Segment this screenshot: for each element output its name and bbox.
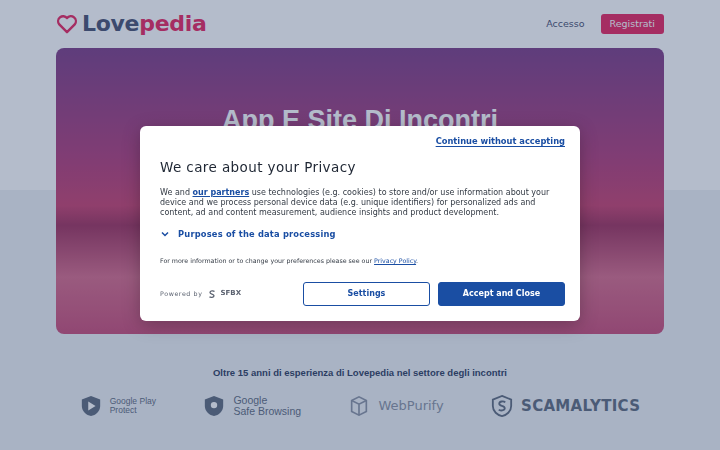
skip-row: Continue without accepting	[160, 135, 565, 147]
accept-button[interactable]: Accept and Close	[438, 282, 565, 306]
sfbx-brand: SFBX	[221, 288, 242, 299]
privacy-title: We care about your Privacy	[160, 159, 565, 175]
powered-by-label: Powered by	[160, 289, 203, 298]
dialog-buttons: Settings Accept and Close	[303, 282, 565, 306]
privacy-dialog: Continue without accepting We care about …	[140, 126, 580, 321]
sfbx-logo-icon	[207, 289, 217, 299]
more-info-part: .	[416, 257, 418, 264]
powered-by: Powered by SFBX	[160, 288, 241, 299]
partners-link[interactable]: our partners	[193, 188, 250, 197]
privacy-policy-link[interactable]: Privacy Policy	[374, 257, 416, 264]
purposes-toggle[interactable]: Purposes of the data processing	[160, 228, 565, 240]
purposes-label: Purposes of the data processing	[178, 228, 336, 240]
dialog-footer: Powered by SFBX Settings Accept and Close	[160, 282, 565, 306]
more-info-text: For more information or to change your p…	[160, 256, 565, 265]
settings-button[interactable]: Settings	[303, 282, 430, 306]
chevron-down-icon	[160, 229, 170, 239]
privacy-text: We and our partners use technologies (e.…	[160, 188, 565, 218]
more-info-part: For more information or to change your p…	[160, 257, 374, 264]
privacy-text-part: We and	[160, 188, 193, 197]
continue-without-accepting-link[interactable]: Continue without accepting	[436, 135, 565, 147]
